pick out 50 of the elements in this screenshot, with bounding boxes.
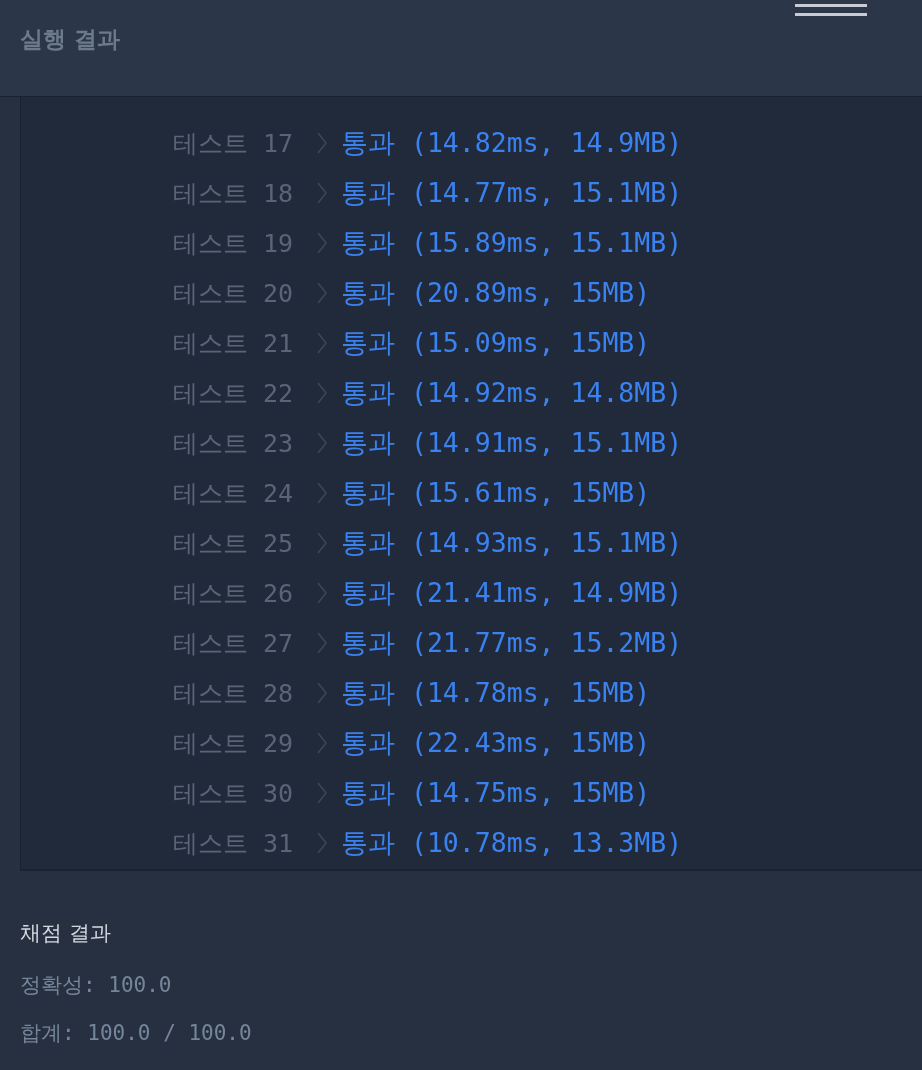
grading-title: 채점 결과 (20, 920, 112, 947)
test-label: 테스트 26 (173, 577, 295, 610)
chevron-icon (317, 232, 327, 254)
score-text: 정확성: 100.0 (20, 972, 173, 999)
test-label: 테스트 23 (173, 427, 295, 460)
test-result: 통과 (14.91ms, 15.1MB) (341, 426, 683, 460)
test-label: 테스트 30 (173, 777, 295, 810)
test-label: 테스트 28 (173, 677, 295, 710)
test-label: 테스트 21 (173, 327, 295, 360)
chevron-icon (317, 582, 327, 604)
test-result: 통과 (21.41ms, 14.9MB) (341, 576, 683, 610)
chevron-icon (317, 432, 327, 454)
chevron-icon (317, 732, 327, 754)
test-label: 테스트 31 (173, 827, 295, 860)
chevron-icon (317, 532, 327, 554)
test-result: 통과 (20.89ms, 15MB) (341, 276, 651, 310)
test-result: 통과 (14.93ms, 15.1MB) (341, 526, 683, 560)
test-label: 테스트 27 (173, 627, 295, 660)
chevron-icon (317, 282, 327, 304)
drag-handle-icon[interactable] (795, 3, 867, 17)
chevron-icon (317, 632, 327, 654)
test-result: 통과 (14.78ms, 15MB) (341, 676, 651, 710)
test-result: 통과 (15.61ms, 15MB) (341, 476, 651, 510)
score-text: 합계: 100.0 / 100.0 (20, 1020, 253, 1047)
chevron-icon (317, 782, 327, 804)
test-result: 통과 (10.78ms, 13.3MB) (341, 826, 683, 860)
test-result: 통과 (15.89ms, 15.1MB) (341, 226, 683, 260)
panel-title: 실행 결과 (20, 25, 120, 54)
test-result: 통과 (21.77ms, 15.2MB) (341, 626, 683, 660)
test-result: 통과 (14.92ms, 14.8MB) (341, 376, 683, 410)
test-result: 통과 (22.43ms, 15MB) (341, 726, 651, 760)
test-label: 테스트 25 (173, 527, 295, 560)
test-label: 테스트 29 (173, 727, 295, 760)
test-label: 테스트 20 (173, 277, 295, 310)
test-label: 테스트 22 (173, 377, 295, 410)
test-result: 통과 (15.09ms, 15MB) (341, 326, 651, 360)
chevron-icon (317, 382, 327, 404)
test-result: 통과 (14.82ms, 14.9MB) (341, 126, 683, 160)
chevron-icon (317, 682, 327, 704)
chevron-icon (317, 132, 327, 154)
chevron-icon (317, 182, 327, 204)
chevron-icon (317, 332, 327, 354)
test-label: 테스트 24 (173, 477, 295, 510)
test-label: 테스트 18 (173, 177, 295, 210)
test-label: 테스트 17 (173, 127, 295, 160)
chevron-icon (317, 482, 327, 504)
test-label: 테스트 19 (173, 227, 295, 260)
test-result: 통과 (14.77ms, 15.1MB) (341, 176, 683, 210)
chevron-icon (317, 832, 327, 854)
test-result: 통과 (14.75ms, 15MB) (341, 776, 651, 810)
